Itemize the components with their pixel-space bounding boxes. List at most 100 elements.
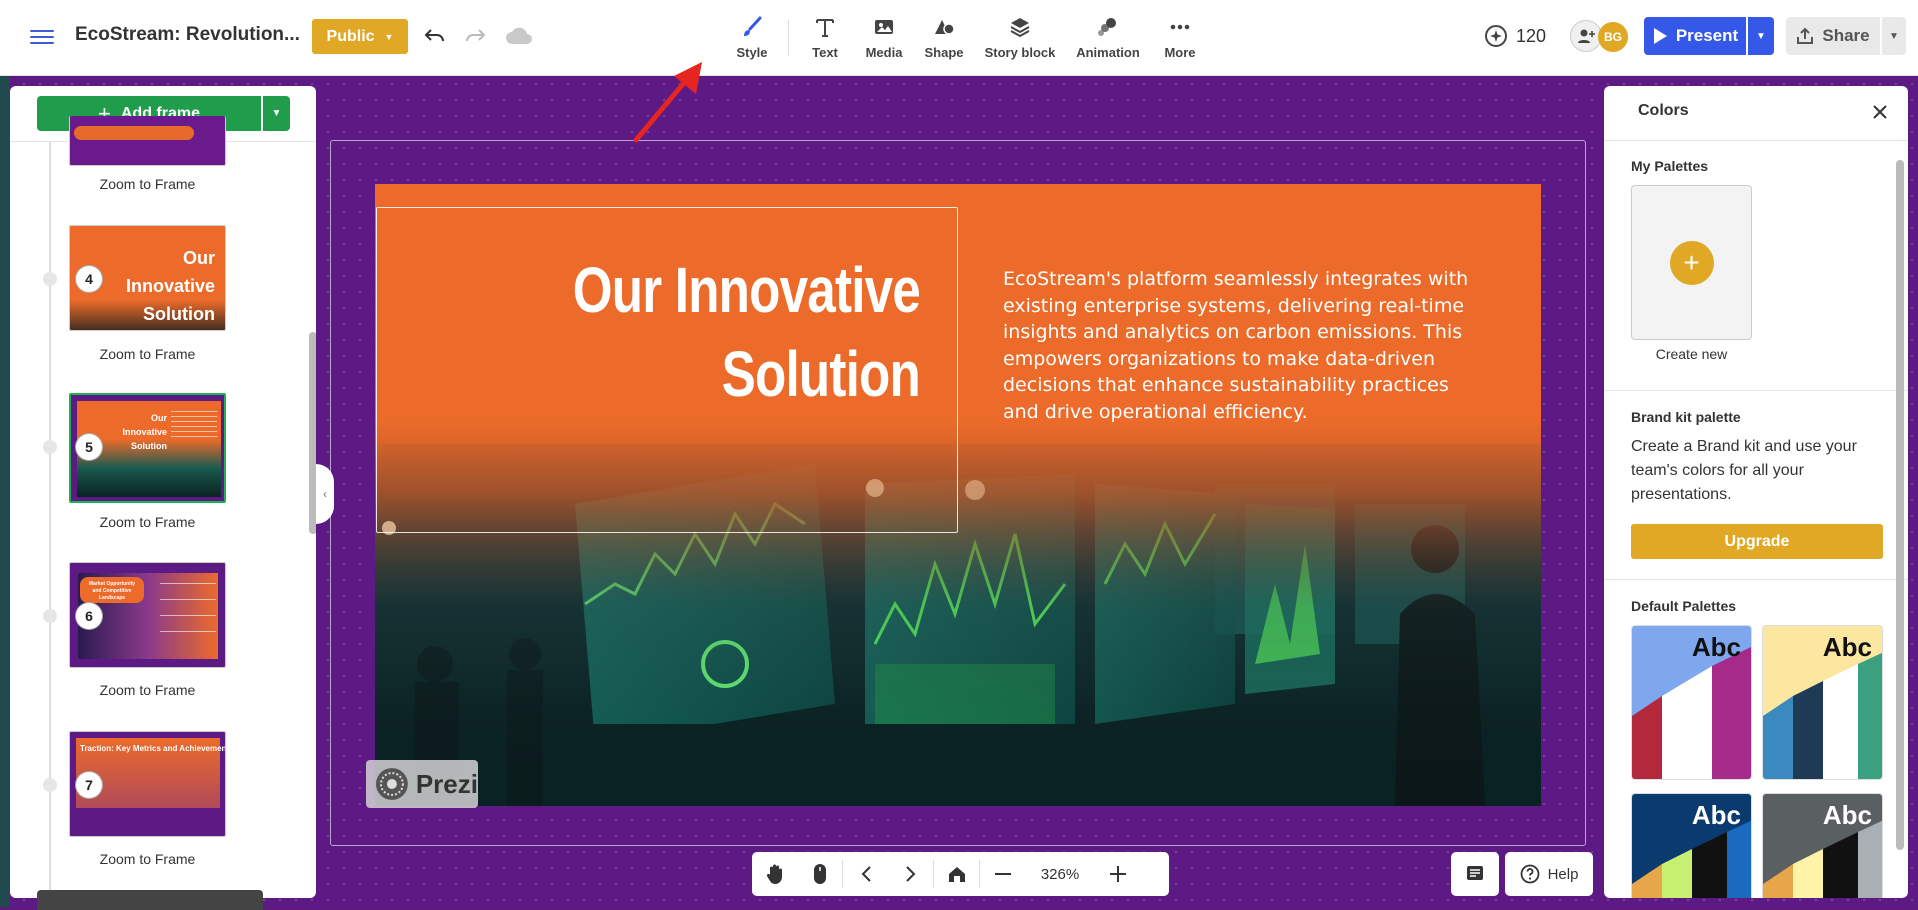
slide-title[interactable]: Our Innovative Solution: [520, 248, 921, 416]
upgrade-button[interactable]: Upgrade: [1631, 524, 1883, 559]
close-icon[interactable]: [1870, 102, 1890, 122]
chevron-left-icon: ‹: [323, 487, 327, 501]
collaborators[interactable]: BG: [1570, 20, 1632, 54]
palette-card[interactable]: Abc: [1762, 793, 1883, 898]
frame-thumbnail[interactable]: [69, 116, 226, 166]
zoom-to-frame-link[interactable]: Zoom to Frame: [69, 514, 226, 530]
zoom-out-icon[interactable]: [980, 852, 1025, 896]
palette-sample-text: Abc: [1691, 800, 1741, 830]
presentation-title[interactable]: EcoStream: Revolution...: [75, 24, 300, 46]
avatar[interactable]: BG: [1598, 22, 1628, 52]
chevron-down-icon: ▼: [1889, 30, 1899, 42]
scrollbar-thumb[interactable]: [309, 332, 316, 534]
zoom-in-icon[interactable]: [1095, 852, 1140, 896]
share-options-dropdown[interactable]: ▼: [1882, 17, 1906, 55]
palette-card[interactable]: Abc: [1631, 625, 1752, 780]
present-button[interactable]: Present: [1644, 17, 1746, 55]
redo-icon[interactable]: [462, 22, 488, 50]
tool-more[interactable]: More: [1140, 14, 1220, 60]
prezi-logo-icon: [375, 768, 408, 800]
tool-label: More: [1164, 45, 1196, 60]
play-icon: [1653, 28, 1667, 44]
tool-label: Style: [736, 45, 768, 60]
hand-tool-icon[interactable]: [752, 852, 797, 896]
present-options-dropdown[interactable]: ▼: [1748, 17, 1774, 55]
home-icon[interactable]: [934, 852, 979, 896]
frame-number-badge: 4: [76, 266, 102, 292]
scrollbar-thumb[interactable]: [1896, 160, 1904, 850]
visibility-dropdown[interactable]: Public ▼: [312, 19, 408, 54]
text-icon: [814, 14, 836, 40]
notes-icon: [1467, 866, 1483, 880]
brand-kit-heading: Brand kit palette: [1631, 409, 1741, 425]
slide-title-line-1: Our Innovative: [572, 254, 921, 326]
panel-divider: [1604, 579, 1908, 580]
thumbnail-title: Our Innovative Solution: [122, 413, 167, 451]
ai-credits[interactable]: 120: [1484, 24, 1546, 48]
tool-story-block[interactable]: Story block: [980, 14, 1060, 60]
thumbnail-title: Traction: Key Metrics and Achievements: [80, 744, 226, 753]
palette-card[interactable]: Abc: [1762, 625, 1883, 780]
help-button[interactable]: Help: [1505, 852, 1593, 896]
chevron-down-icon: ▼: [384, 31, 394, 42]
tool-shape[interactable]: Shape: [904, 14, 984, 60]
ai-credits-count: 120: [1516, 25, 1547, 46]
notes-button[interactable]: [1451, 852, 1499, 896]
next-frame-icon[interactable]: [888, 852, 933, 896]
default-palettes-heading: Default Palettes: [1631, 598, 1737, 614]
slide-body-text[interactable]: EcoStream's platform seamlessly integrat…: [1003, 266, 1483, 426]
timeline-dot: [43, 609, 57, 623]
zoom-level[interactable]: 326%: [1025, 866, 1095, 883]
share-label: Share: [1822, 26, 1870, 45]
zoom-to-frame-link[interactable]: Zoom to Frame: [69, 346, 226, 362]
collapse-panel-handle[interactable]: ‹: [316, 464, 334, 524]
brush-icon: [740, 14, 764, 40]
cloud-saved-icon: [504, 22, 534, 50]
tool-label: Story block: [984, 45, 1056, 60]
tool-label: Animation: [1076, 45, 1140, 60]
tool-animation[interactable]: Animation: [1068, 14, 1148, 60]
frame-number-badge: 6: [76, 603, 102, 629]
avatar-initials: BG: [1604, 30, 1622, 44]
frames-scrollbar[interactable]: [308, 146, 316, 888]
red-arrow-annotation: [633, 62, 702, 143]
thumbnail-title: Our Innovative Solution: [125, 248, 215, 324]
visibility-label: Public: [326, 27, 375, 45]
palette-card[interactable]: Abc: [1631, 793, 1752, 898]
create-new-label: Create new: [1655, 346, 1728, 362]
frame-number-badge: 7: [76, 772, 102, 798]
chevron-down-icon: ▼: [271, 108, 282, 119]
brand-kit-description: Create a Brand kit and use your team's c…: [1631, 438, 1857, 503]
prezi-watermark-text: Prezi: [415, 768, 478, 799]
create-palette-button[interactable]: +: [1631, 185, 1752, 340]
layers-icon: [1009, 14, 1031, 40]
tool-label: Text: [812, 45, 838, 60]
timeline-dot: [43, 272, 57, 286]
mouse-mode-icon[interactable]: [797, 852, 842, 896]
colors-panel-scrollbar[interactable]: [1896, 146, 1904, 898]
colors-panel: Colors My Palettes + Create new Brand ki…: [1604, 86, 1908, 898]
panel-title: Colors: [1638, 102, 1689, 119]
plus-icon: +: [1669, 240, 1714, 285]
zoom-to-frame-link[interactable]: Zoom to Frame: [69, 851, 226, 867]
share-button[interactable]: Share: [1786, 17, 1880, 55]
timeline-dot: [43, 778, 57, 792]
navigation-bar: 326%: [752, 852, 1169, 896]
tool-label: Media: [865, 45, 903, 60]
add-frame-options-dropdown[interactable]: ▼: [263, 96, 290, 131]
help-label: Help: [1547, 865, 1579, 883]
canvas-edge: [0, 76, 10, 907]
tool-style[interactable]: Style: [712, 14, 792, 60]
my-palettes-heading: My Palettes: [1631, 158, 1709, 174]
undo-icon[interactable]: [422, 22, 448, 50]
menu-icon[interactable]: [30, 26, 54, 46]
zoom-to-frame-link[interactable]: Zoom to Frame: [69, 176, 226, 192]
zoom-to-frame-link[interactable]: Zoom to Frame: [69, 682, 226, 698]
palette-sample-text: Abc: [1822, 800, 1872, 830]
multi-select-tooltip: [37, 890, 263, 910]
previous-frame-icon[interactable]: [843, 852, 888, 896]
frames-panel: + Add frame ▼ Zoom to Frame Our Innovati…: [10, 86, 316, 898]
ai-credits-icon: [1485, 25, 1507, 47]
share-icon: [1797, 27, 1814, 44]
more-icon: [1169, 14, 1191, 40]
